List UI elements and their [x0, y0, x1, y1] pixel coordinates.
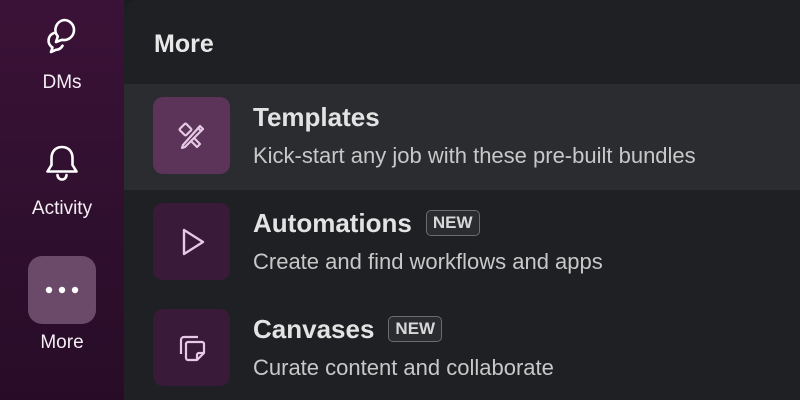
bell-icon — [46, 145, 78, 181]
dms-icon — [47, 18, 76, 54]
sidebar-item-label: Activity — [31, 198, 93, 219]
menu-item-title-text: Canvases — [253, 314, 375, 344]
templates-tile — [153, 97, 230, 174]
menu-item-description: Curate content and collaborate — [253, 355, 554, 380]
canvas-icon — [179, 335, 205, 361]
menu-item-canvases[interactable]: Canvases NEW Curate content and collabora… — [124, 296, 800, 400]
more-panel: More Templates Kick-start any job with t… — [124, 0, 800, 400]
ellipsis-icon — [45, 286, 79, 294]
templates-icon — [178, 122, 204, 149]
menu-item-title: Templates — [253, 102, 380, 133]
sidebar-rail: DMs Activity More — [0, 0, 124, 400]
menu-item-automations[interactable]: Automations NEW Create and find workflows… — [124, 190, 800, 296]
app-window: DMs Activity More More Templates Kick-st… — [0, 0, 800, 400]
automations-tile — [153, 203, 230, 280]
menu-item-title: Automations NEW — [253, 208, 480, 239]
sidebar-item-more[interactable]: More — [0, 256, 124, 354]
more-button[interactable] — [28, 256, 96, 324]
new-badge: NEW — [425, 210, 480, 236]
new-badge: NEW — [388, 316, 443, 342]
menu-item-title-text: Automations — [253, 208, 412, 238]
canvases-tile — [153, 309, 230, 386]
sidebar-item-label: DMs — [42, 72, 82, 93]
menu-item-description: Create and find workflows and apps — [253, 249, 603, 274]
play-icon — [182, 228, 204, 255]
sidebar-item-label: More — [40, 332, 84, 353]
menu-item-title-text: Templates — [253, 102, 380, 132]
sidebar-item-activity[interactable]: Activity — [0, 142, 124, 220]
menu-item-templates[interactable]: Templates Kick-start any job with these … — [124, 84, 800, 190]
panel-title: More — [154, 30, 214, 58]
menu-item-title: Canvases NEW — [253, 314, 443, 345]
sidebar-item-dms[interactable]: DMs — [0, 14, 124, 94]
menu-item-description: Kick-start any job with these pre-built … — [253, 143, 696, 168]
